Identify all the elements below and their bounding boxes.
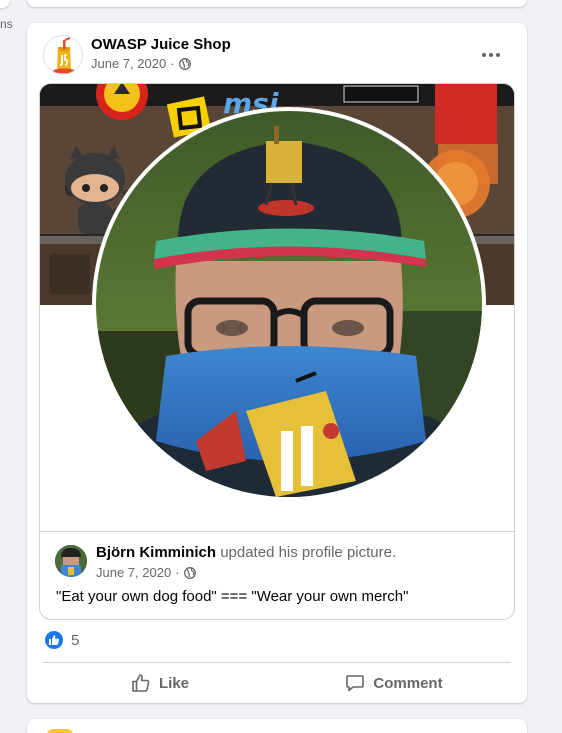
author-name[interactable]: Björn Kimminich (96, 544, 216, 561)
author-action: updated his profile picture. (220, 544, 397, 561)
actions-divider (43, 662, 511, 663)
thumbs-up-outline-icon (132, 674, 150, 692)
reaction-count: 5 (71, 631, 80, 649)
sidebar-fragment (0, 0, 10, 8)
next-post-card (27, 719, 527, 733)
post-header: OWASP Juice Shop June 7, 2020 · (43, 35, 511, 75)
globe-icon (183, 566, 196, 579)
shared-profile-update[interactable]: msi Björn Kimminich updated his profile … (39, 83, 515, 620)
sidebar-text-fragment: ns (0, 17, 13, 31)
comment-label: Comment (373, 674, 443, 692)
author-avatar[interactable] (55, 545, 87, 577)
profile-picture[interactable] (96, 111, 482, 497)
reactions-summary[interactable]: 5 (45, 631, 79, 649)
shared-caption: "Eat your own dog food" === "Wear your o… (56, 588, 409, 605)
left-sidebar-edge: ns (0, 0, 13, 733)
post-meta: June 7, 2020 · (91, 56, 191, 71)
next-post-avatar-peek (47, 729, 73, 733)
shared-date[interactable]: June 7, 2020 (96, 565, 171, 580)
comment-icon (346, 675, 365, 692)
author-line: Björn Kimminich updated his profile pict… (96, 544, 396, 561)
shared-meta: June 7, 2020 · (96, 565, 196, 580)
page-name[interactable]: OWASP Juice Shop (91, 36, 231, 53)
thumbs-up-icon (45, 631, 63, 649)
juice-shop-logo-icon (44, 36, 82, 74)
more-options-icon[interactable] (477, 43, 505, 67)
previous-post-card (27, 0, 527, 7)
comment-button[interactable]: Comment (277, 667, 511, 699)
shared-divider (40, 531, 514, 532)
meta-separator: · (170, 56, 175, 71)
page-avatar[interactable] (43, 35, 83, 75)
shared-meta-separator: · (175, 565, 180, 580)
globe-icon (178, 57, 191, 70)
post-actions: Like Comment (43, 667, 511, 699)
like-button[interactable]: Like (43, 667, 277, 699)
like-label: Like (158, 674, 189, 692)
post-date[interactable]: June 7, 2020 (91, 56, 166, 71)
post-card: OWASP Juice Shop June 7, 2020 · msi Björ… (27, 23, 527, 703)
